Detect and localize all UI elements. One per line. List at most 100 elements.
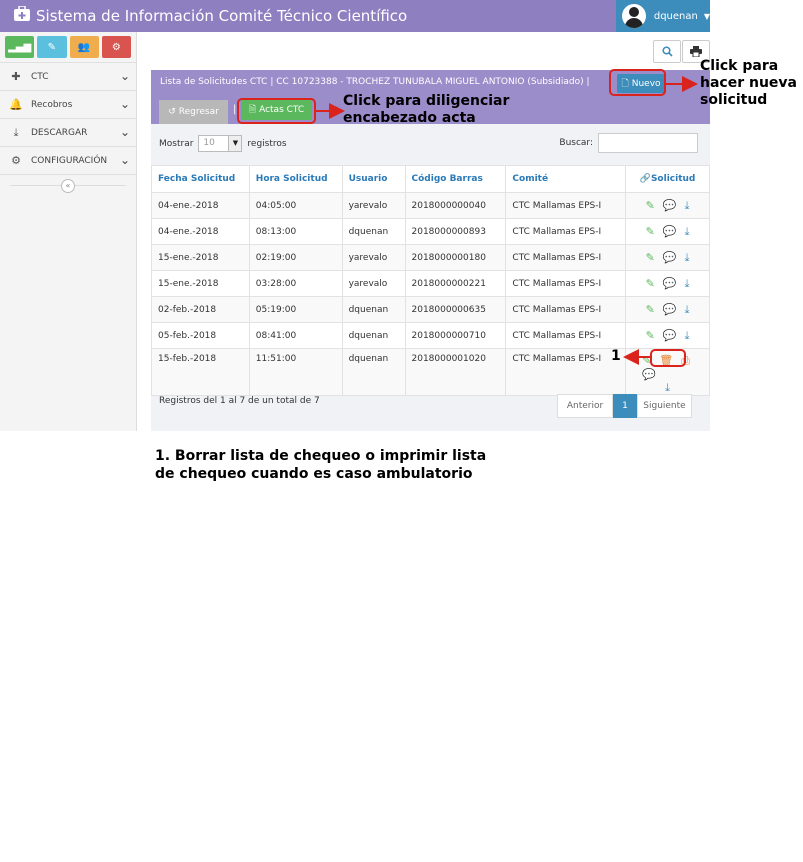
top-header: Sistema de Información Comité Técnico Ci… [0, 0, 710, 32]
cell-actions: ✎ 💬 ⤓ [625, 270, 710, 297]
download-icon[interactable]: ⤓ [685, 199, 690, 213]
page-length-select[interactable]: 10 ▼ [198, 135, 243, 152]
cell-hora: 02:19:00 [248, 244, 343, 271]
comments-icon[interactable]: 💬 [663, 199, 677, 212]
pencil-icon[interactable]: ✎ [646, 199, 655, 212]
column-header[interactable]: Comité [505, 165, 627, 193]
comments-icon[interactable]: 💬 [663, 329, 677, 342]
page-1-button[interactable]: 1 [613, 394, 637, 418]
cell-comite: CTC Mallamas EPS-I [505, 296, 627, 323]
pencil-icon[interactable]: ✎ [646, 329, 655, 342]
download-icon[interactable]: ⤓ [685, 303, 690, 317]
medkit-icon: ✚ [11, 70, 21, 83]
cell-usuario: yarevalo [341, 192, 406, 219]
pencil-icon: ✎ [47, 41, 57, 53]
cell-codigo: 2018000000040 [404, 192, 507, 219]
bell-icon: 🔔 [9, 98, 23, 111]
cell-fecha: 04-ene.-2018 [151, 218, 250, 245]
cell-hora: 08:41:00 [248, 322, 343, 349]
chevron-down-icon: ⌄ [119, 125, 130, 139]
table-row: 02-feb.-2018 05:19:00 dquenan 2018000000… [151, 296, 710, 323]
regresar-label: Regresar [178, 107, 219, 117]
pencil-button[interactable]: ✎ [37, 36, 67, 58]
cogs-icon: ⚙ [111, 41, 121, 53]
cell-comite: CTC Mallamas EPS-I [505, 244, 627, 271]
comments-icon[interactable]: 💬 [663, 277, 677, 290]
column-header[interactable]: Usuario [341, 165, 406, 193]
cell-hora: 11:51:00 [248, 348, 343, 396]
chevron-down-icon: ⌄ [119, 153, 130, 167]
cell-codigo: 2018000001020 [404, 348, 507, 396]
cell-usuario: dquenan [341, 348, 406, 396]
table-row: 05-feb.-2018 08:41:00 dquenan 2018000000… [151, 322, 710, 349]
pencil-icon[interactable]: ✎ [646, 251, 655, 264]
column-header[interactable]: Hora Solicitud [248, 165, 343, 193]
page-length-value: 10 [203, 138, 215, 148]
cell-codigo: 2018000000635 [404, 296, 507, 323]
cell-actions: ✎ 💬 ⤓ [625, 322, 710, 349]
search-input[interactable] [598, 133, 698, 153]
user-menu[interactable]: dquenan ▼ [616, 0, 710, 32]
download-icon[interactable]: ⤓ [685, 251, 690, 265]
highlight-row-actions [650, 349, 686, 367]
next-page-button[interactable]: Siguiente [637, 394, 692, 418]
sidebar-item-label: CONFIGURACIÓN [31, 155, 108, 166]
cell-usuario: dquenan [341, 322, 406, 349]
records-label: registros [247, 138, 287, 149]
download-icon: ⤓ [13, 125, 19, 139]
separator: | [233, 104, 237, 115]
comments-icon[interactable]: 💬 [663, 303, 677, 316]
sidebar-shortcuts: ▂▄▆ ✎ 👥 ⚙ [0, 32, 136, 62]
cell-actions: ✎ 💬 ⤓ [625, 296, 710, 323]
download-icon[interactable]: ⤓ [665, 381, 670, 395]
cogs-icon: ⚙ [11, 154, 21, 167]
previous-page-button[interactable]: Anterior [557, 394, 613, 418]
sidebar-item-descargar[interactable]: ⤓ DESCARGAR ⌄ [0, 118, 136, 146]
collapse-sidebar-icon[interactable]: « [61, 179, 75, 193]
pencil-icon[interactable]: ✎ [646, 277, 655, 290]
comments-icon[interactable]: 💬 [642, 368, 656, 381]
search-icon [661, 46, 673, 57]
signal-button[interactable]: ▂▄▆ [5, 36, 35, 58]
cell-comite: CTC Mallamas EPS-I [505, 218, 627, 245]
cogs-button[interactable]: ⚙ [101, 36, 131, 58]
column-header-solicitud[interactable]: 🔗Solicitud [625, 165, 710, 193]
download-icon[interactable]: ⤓ [685, 329, 690, 343]
cell-codigo: 2018000000893 [404, 218, 507, 245]
pencil-icon[interactable]: ✎ [646, 225, 655, 238]
cell-usuario: yarevalo [341, 244, 406, 271]
download-icon[interactable]: ⤓ [685, 277, 690, 291]
cell-hora: 04:05:00 [248, 192, 343, 219]
chevron-down-icon: ⌄ [119, 97, 130, 111]
comments-icon[interactable]: 💬 [663, 225, 677, 238]
page: Sistema de Información Comité Técnico Ci… [0, 0, 803, 862]
search-button[interactable] [653, 40, 681, 63]
regresar-button[interactable]: ↺ Regresar [159, 100, 228, 124]
avatar [622, 4, 646, 28]
caret-down-icon: ▼ [703, 11, 710, 21]
pencil-icon[interactable]: ✎ [646, 303, 655, 316]
table-row: 15-ene.-2018 03:28:00 yarevalo 201800000… [151, 270, 710, 297]
cell-fecha: 05-feb.-2018 [151, 322, 250, 349]
show-label: Mostrar [159, 138, 194, 149]
sidebar-item-recobros[interactable]: 🔔 Recobros ⌄ [0, 90, 136, 118]
column-header[interactable]: Fecha Solicitud [151, 165, 250, 193]
comments-icon[interactable]: 💬 [663, 251, 677, 264]
page-length-control: Mostrar 10 ▼ registros [159, 135, 287, 152]
table-row: 15-ene.-2018 02:19:00 yarevalo 201800000… [151, 244, 710, 271]
download-icon[interactable]: ⤓ [685, 225, 690, 239]
username: dquenan [653, 10, 698, 22]
search-label: Buscar: [559, 138, 593, 148]
annotation-footnote: 1. Borrar lista de chequeo o imprimir li… [155, 448, 487, 482]
pagination: Anterior 1 Siguiente [557, 394, 692, 418]
sidebar-item-ctc[interactable]: ✚ CTC ⌄ [0, 62, 136, 90]
column-header[interactable]: Código Barras [404, 165, 507, 193]
table-row: 04-ene.-2018 04:05:00 yarevalo 201800000… [151, 192, 710, 219]
users-button[interactable]: 👥 [69, 36, 99, 58]
cell-actions: ✎ 💬 ⤓ [625, 192, 710, 219]
cell-usuario: yarevalo [341, 270, 406, 297]
annotation-marker: 1 [611, 348, 621, 364]
sidebar-item-configuracion[interactable]: ⚙ CONFIGURACIÓN ⌄ [0, 146, 136, 174]
highlight-actas [237, 98, 316, 124]
cell-actions: ✎ 💬 ⤓ [625, 218, 710, 245]
